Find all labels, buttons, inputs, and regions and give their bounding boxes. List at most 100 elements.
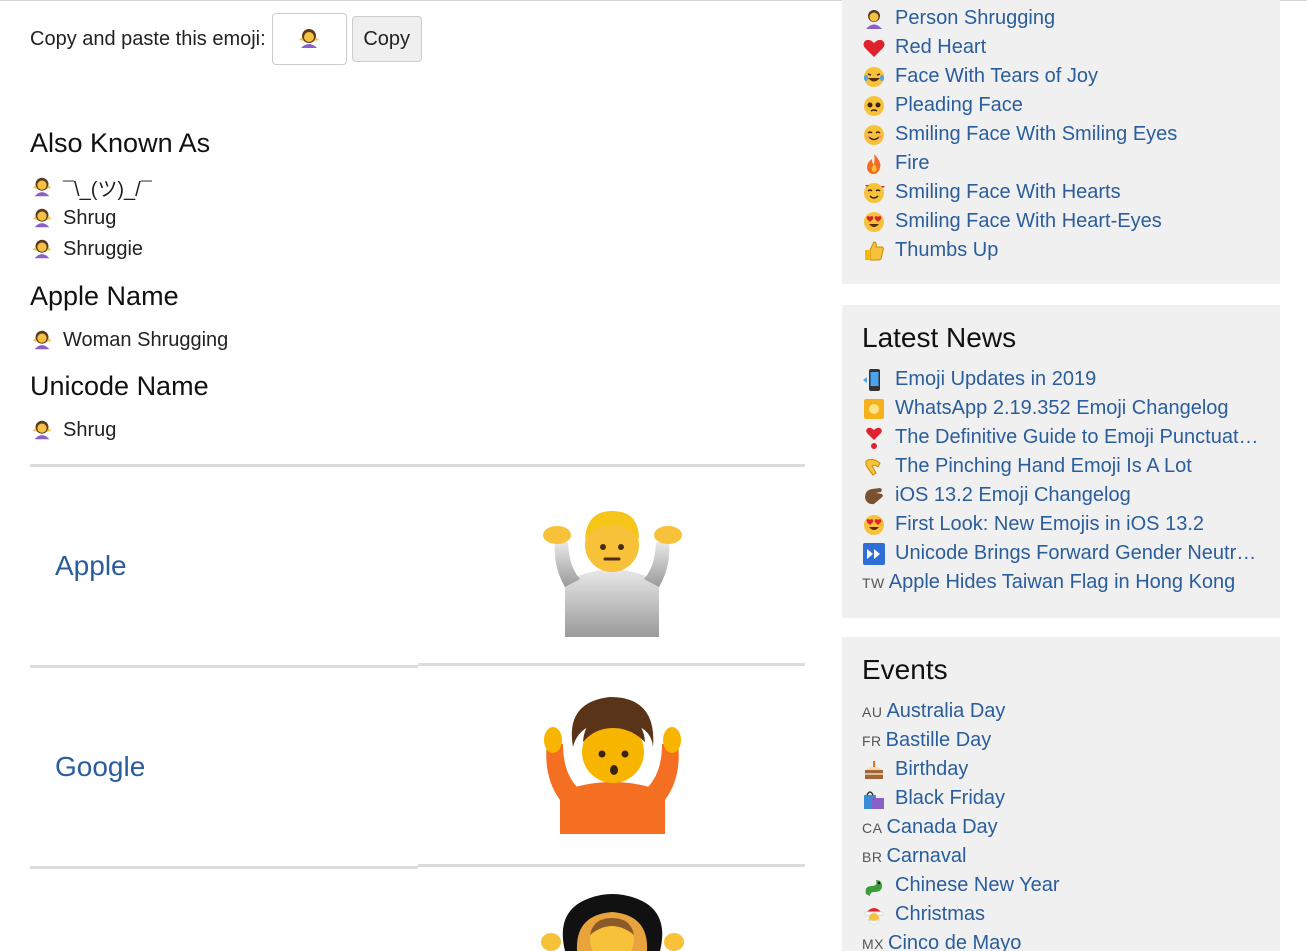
event-label: Birthday	[895, 758, 969, 780]
woman-shrugging-icon	[32, 239, 52, 259]
trending-item[interactable]: Smiling Face With Smiling Eyes	[862, 120, 1262, 149]
unicode-name-value: Shrug	[63, 418, 117, 441]
birthday-cake-icon	[865, 760, 883, 779]
event-item[interactable]: MX Cinco de Mayo	[862, 929, 1262, 951]
events-heading: Events	[862, 654, 948, 685]
shopping-bags-icon	[864, 790, 884, 809]
flag-code: AU	[862, 703, 883, 720]
pleading-face-icon	[864, 95, 884, 116]
santa-icon	[864, 907, 884, 924]
vendor-row-google: Google	[30, 668, 805, 866]
alias-item: Shruggie	[30, 236, 143, 262]
smiling-eyes-icon	[864, 124, 884, 145]
vendor-row-apple: Apple	[30, 467, 805, 665]
woman-shrugging-icon	[32, 177, 52, 197]
latest-news-heading: Latest News	[862, 322, 1017, 353]
news-label: The Definitive Guide to Emoji Punctuatio…	[895, 426, 1262, 448]
copy-row: Copy and paste this emoji: Copy	[30, 13, 422, 65]
copy-button[interactable]: Copy	[351, 16, 422, 62]
trending-item[interactable]: Fire	[862, 149, 1262, 178]
alias-label: Shrug	[63, 206, 117, 229]
event-label: Christmas	[895, 903, 986, 925]
alias-item: Shrug	[30, 205, 116, 231]
event-item[interactable]: CA Canada Day	[862, 813, 1262, 842]
heart-eyes-icon	[864, 211, 884, 232]
woman-shrugging-icon	[32, 420, 52, 440]
news-item[interactable]: TW Apple Hides Taiwan Flag in Hong Kong	[862, 568, 1262, 597]
emoji-copy-field[interactable]	[271, 13, 347, 65]
news-label: The Pinching Hand Emoji Is A Lot	[895, 455, 1192, 477]
trending-label: Smiling Face With Smiling Eyes	[895, 123, 1178, 145]
event-item[interactable]: Black Friday	[862, 784, 1262, 813]
apple-name-heading: Apple Name	[30, 281, 179, 311]
trending-item[interactable]: Face With Tears of Joy	[862, 62, 1262, 91]
vendor-link-google[interactable]: Google	[55, 751, 145, 783]
trending-item[interactable]: Person Shrugging	[862, 4, 1262, 33]
trending-label: Smiling Face With Heart-Eyes	[895, 210, 1162, 232]
news-item[interactable]: WhatsApp 2.19.352 Emoji Changelog	[862, 394, 1262, 423]
trending-item[interactable]: Red Heart	[862, 33, 1262, 62]
trending-label: Pleading Face	[895, 94, 1023, 116]
woman-shrugging-icon	[299, 29, 320, 48]
trending-item[interactable]: Smiling Face With Hearts	[862, 178, 1262, 207]
trending-label: Smiling Face With Hearts	[895, 181, 1121, 203]
news-label: First Look: New Emojis in iOS 13.2	[895, 513, 1204, 535]
events-box: Events AU Australia Day FR Bastille Day …	[842, 637, 1280, 951]
alias-label: ¯\_(ツ)_/¯	[63, 178, 152, 201]
event-item[interactable]: FR Bastille Day	[862, 726, 1262, 755]
trending-label: Person Shrugging	[895, 7, 1056, 29]
event-item[interactable]: Chinese New Year	[862, 871, 1262, 900]
news-item[interactable]: First Look: New Emojis in iOS 13.2	[862, 510, 1262, 539]
whatsapp-icon	[864, 398, 884, 419]
trending-item[interactable]: Pleading Face	[862, 91, 1262, 120]
woman-shrugging-icon	[32, 208, 52, 228]
red-heart-icon	[863, 39, 885, 57]
flag-code: BR	[862, 848, 883, 865]
latest-news-box: Latest News Emoji Updates in 2019 WhatsA…	[842, 305, 1280, 618]
event-label: Bastille Day	[885, 729, 992, 751]
vendor-person-shrugging-image	[541, 894, 684, 951]
flag-code: TW	[862, 574, 885, 591]
event-item[interactable]: Christmas	[862, 900, 1262, 929]
news-item[interactable]: iOS 13.2 Emoji Changelog	[862, 481, 1262, 510]
event-label: Carnaval	[886, 845, 967, 867]
fire-icon	[867, 153, 881, 174]
event-item[interactable]: BR Carnaval	[862, 842, 1262, 871]
event-item[interactable]: Birthday	[862, 755, 1262, 784]
news-label: Unicode Brings Forward Gender Neutr…	[895, 542, 1257, 564]
unicode-name-item: Shrug	[30, 417, 116, 443]
trending-label: Red Heart	[895, 36, 987, 58]
news-item[interactable]: Unicode Brings Forward Gender Neutr…	[862, 539, 1262, 568]
woman-shrugging-icon	[32, 330, 52, 350]
trending-label: Fire	[895, 152, 930, 174]
fast-forward-icon	[863, 542, 885, 565]
dragon-icon	[865, 879, 882, 896]
trending-item[interactable]: Smiling Face With Heart-Eyes	[862, 207, 1262, 236]
alias-item: ¯\_(ツ)_/¯	[30, 174, 152, 201]
vendor-link-apple[interactable]: Apple	[55, 550, 127, 582]
news-label: Apple Hides Taiwan Flag in Hong Kong	[888, 571, 1236, 593]
thumbs-up-icon	[865, 240, 884, 260]
event-label: Cinco de Mayo	[888, 932, 1022, 951]
trending-box: Person Shrugging Red Heart Face With Tea…	[842, 0, 1280, 284]
event-label: Black Friday	[895, 787, 1006, 809]
event-label: Chinese New Year	[895, 874, 1060, 896]
trending-label: Face With Tears of Joy	[895, 65, 1099, 87]
apple-person-shrugging-image	[543, 511, 682, 637]
pinching-hand-icon	[865, 458, 881, 476]
event-item[interactable]: AU Australia Day	[862, 697, 1262, 726]
flag-code: FR	[862, 732, 882, 749]
news-label: Emoji Updates in 2019	[895, 368, 1097, 390]
news-item[interactable]: Emoji Updates in 2019	[862, 365, 1262, 394]
trending-item[interactable]: Thumbs Up	[862, 236, 1262, 265]
news-item[interactable]: The Pinching Hand Emoji Is A Lot	[862, 452, 1262, 481]
divider	[30, 866, 418, 869]
hand-icon	[865, 487, 883, 504]
divider	[418, 864, 805, 867]
copy-label: Copy and paste this emoji:	[30, 27, 266, 50]
divider	[418, 663, 805, 666]
news-label: WhatsApp 2.19.352 Emoji Changelog	[895, 397, 1229, 419]
news-item[interactable]: The Definitive Guide to Emoji Punctuatio…	[862, 423, 1262, 452]
apple-name-item: Woman Shrugging	[30, 327, 228, 353]
trending-label: Thumbs Up	[895, 239, 999, 261]
